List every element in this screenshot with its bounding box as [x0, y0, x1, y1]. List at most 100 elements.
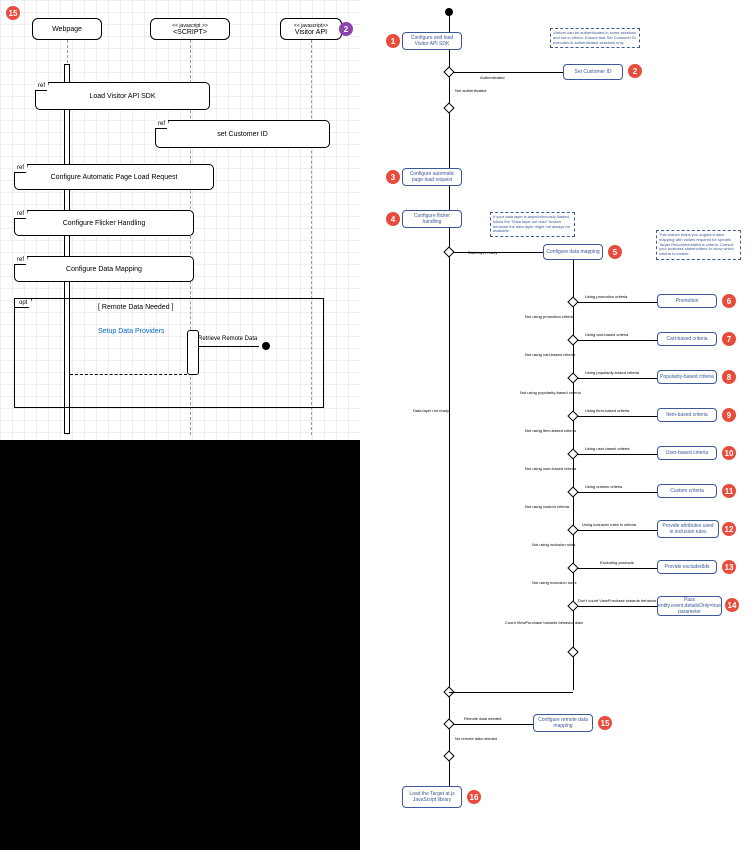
label-not-excl: Not using exclusion rules [532, 580, 576, 585]
flow-line [453, 72, 563, 73]
node-remote-mapping: Configure remote data mapping [533, 714, 593, 732]
node-auto-page-load: Configure automatic page-load request [402, 168, 462, 186]
flow-line [453, 252, 543, 253]
label-data-not-ready: Data layer not ready [413, 408, 449, 413]
flow-line [577, 416, 657, 417]
node-load-atjs: Load the Target at.js JavaScript library [402, 786, 462, 808]
badge-14: 14 [725, 598, 739, 612]
note-data-layer: If your data layer is asynchronously loa… [490, 212, 575, 237]
ref-set-customer: ref set Customer ID [155, 120, 330, 148]
badge-6: 6 [722, 294, 736, 308]
flow-line [577, 568, 657, 569]
opt-tag: opt [14, 298, 32, 308]
flow-line [577, 454, 657, 455]
setup-data-providers-link[interactable]: Setup Data Providers [98, 328, 165, 335]
flow-line [577, 302, 657, 303]
badge-8: 8 [722, 370, 736, 384]
ref-tag: ref [14, 256, 28, 265]
label-not-promo: Not using promotion criteria [525, 314, 574, 319]
lifeline-visitor-api: << javascript>> Visitor API [280, 18, 342, 40]
badge-1: 1 [386, 34, 400, 48]
label-using-promo: Using promotion criteria [585, 294, 627, 299]
badge-15-left: 15 [6, 6, 20, 20]
note-auth: Visitors can be authenticated in some se… [550, 28, 640, 48]
badge-9: 9 [722, 408, 736, 422]
label-not-pop: Not using popularity-based criteria [520, 390, 581, 395]
ref-label: Configure Automatic Page Load Request [51, 174, 178, 181]
terminal-dot [262, 342, 270, 350]
badge-3: 3 [386, 170, 400, 184]
node-cart-criteria: Cart-based criteria [657, 332, 717, 346]
ref-label: Configure Data Mapping [66, 266, 142, 273]
ref-label: Load Visitor API SDK [89, 93, 155, 100]
badge-15: 15 [598, 716, 612, 730]
label-no-remote: No remote data needed [455, 736, 497, 741]
badge-16: 16 [467, 790, 481, 804]
badge-11: 11 [722, 484, 736, 498]
label-not-incl: Not using inclusion rules [532, 542, 575, 547]
label-authenticated: Authenticated [480, 75, 504, 80]
label-not-custom: Not using custom criteria [525, 504, 569, 509]
ref-label: Configure Flicker Handling [63, 220, 145, 227]
badge-4: 4 [386, 212, 400, 226]
label-not-auth: Not authenticated [455, 88, 486, 93]
node-flicker: Configure flicker handling [402, 210, 462, 228]
label-not-item: Not using item-based criteria [525, 428, 576, 433]
label-using-item: Using item-based criteria [585, 408, 629, 413]
lifeline-script: << javascript >> <SCRIPT> [150, 18, 230, 40]
ref-data-map: ref Configure Data Mapping [14, 256, 194, 282]
ref-label: set Customer ID [217, 131, 268, 138]
badge-13: 13 [722, 560, 736, 574]
merge-criteria [567, 646, 578, 657]
return-arrow [70, 374, 187, 375]
node-user-criteria: User-based criteria [657, 446, 717, 460]
node-promotion: Promotion [657, 294, 717, 308]
opt-fragment: opt [14, 298, 324, 408]
flow-line [577, 530, 657, 531]
sequence-diagram-panel: 15 Webpage << javascript >> <SCRIPT> << … [0, 0, 360, 440]
ref-tag: ref [155, 120, 169, 129]
criteria-line [573, 260, 574, 690]
label-not-user: Not using user-based criteria [525, 466, 576, 471]
badge-5: 5 [608, 245, 622, 259]
flow-line [577, 606, 657, 607]
flow-line [449, 692, 573, 693]
flow-line [449, 16, 450, 786]
start-node [445, 8, 453, 16]
note-branch: This branch helps you augment data mappi… [656, 230, 741, 260]
node-popularity-criteria: Popularity-based criteria [657, 370, 717, 384]
ref-load-sdk: ref Load Visitor API SDK [35, 82, 210, 110]
flow-line [577, 340, 657, 341]
label-using-custom: Using custom criteria [585, 484, 622, 489]
flow-line [577, 378, 657, 379]
ref-tag: ref [14, 210, 28, 219]
badge-12: 12 [722, 522, 736, 536]
flow-line [453, 724, 533, 725]
label-using-user: Using user-based criteria [585, 446, 629, 451]
arrow-retrieve [199, 346, 259, 347]
node-item-criteria: Item-based criteria [657, 408, 717, 422]
node-details-only: Pass entity.event.detailsOnly=true param… [657, 596, 722, 616]
node-excluded-ids: Provide excludedIds [657, 560, 717, 574]
label-not-cart: Not using cart-based criteria [525, 352, 575, 357]
lifeline-label: Webpage [52, 26, 82, 33]
label-using-pop: Using popularity-based criteria [585, 370, 639, 375]
label-excl: Excluding products [600, 560, 634, 565]
node-set-customer-id: Set Customer ID [563, 64, 623, 80]
label-count: Count ViewPurchase towards behavior data [505, 620, 583, 625]
node-data-mapping: Configure data mapping [543, 244, 603, 260]
activity-diagram-panel: Configure and load Visitor API SDK 1 Aut… [360, 0, 750, 850]
ref-flicker: ref Configure Flicker Handling [14, 210, 194, 236]
badge-2: 2 [628, 64, 642, 78]
badge-10: 10 [722, 446, 736, 460]
ref-auto-page: ref Configure Automatic Page Load Reques… [14, 164, 214, 190]
opt-guard: [ Remote Data Needed ] [98, 304, 174, 311]
lifeline-webpage: Webpage [32, 18, 102, 40]
badge-2-api: 2 [339, 22, 353, 36]
ref-tag: ref [35, 82, 49, 91]
label-remote-needed: Remote data needed [464, 716, 501, 721]
node-inclusion-attrs: Provide attributes used in inclusion rul… [657, 520, 719, 538]
merge-auth [443, 102, 454, 113]
flow-line [577, 492, 657, 493]
label-using-cart: Using cart-based criteria [585, 332, 628, 337]
